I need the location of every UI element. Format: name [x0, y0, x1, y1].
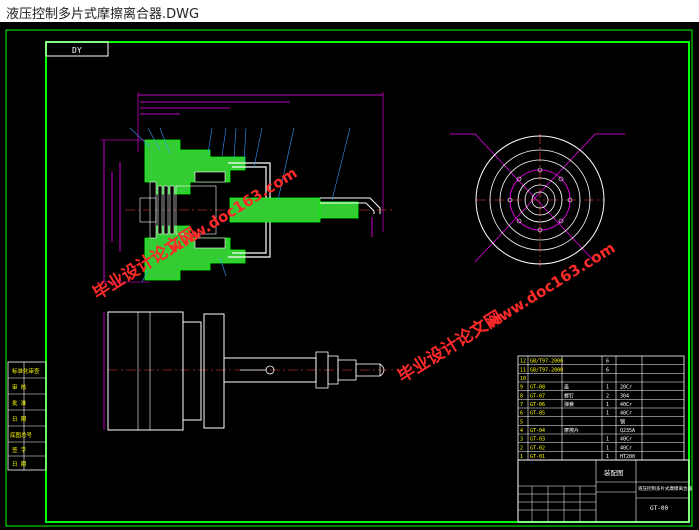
drawing-type: 装配图	[604, 468, 624, 477]
left-block-item: 批 准	[12, 399, 27, 407]
bom-cell-material: 40Cr	[620, 411, 632, 417]
bom-cell-no: 11	[520, 367, 526, 373]
bom-cell-no: 10	[520, 376, 526, 382]
left-block-item: 日 期	[12, 461, 27, 468]
bom-cell-name: 摩擦片	[564, 427, 579, 434]
left-block-item: 签 字	[12, 446, 27, 454]
bom-cell-no: 2	[520, 445, 523, 451]
bom-cell-qty: 6	[606, 367, 609, 373]
window-title: 液压控制多片式摩擦离合器.DWG	[6, 7, 200, 22]
bom-cell-qty: 1	[606, 402, 609, 408]
bom-cell-code: GB/T97-2000	[530, 359, 563, 365]
bom-cell-code: GT-04	[530, 428, 545, 434]
left-block: 标准化审查 审 核 批 准 日 期 底图总号 签 字 日 期	[7, 361, 47, 471]
bom-cell-no: 9	[520, 385, 523, 391]
bom-cell-qty: 1	[606, 437, 609, 443]
bom-cell-material: Q235A	[620, 428, 635, 434]
left-block-item: 底图总号	[10, 431, 33, 439]
bom-cell-qty: 1	[606, 445, 609, 451]
bom-cell-material: 304	[620, 393, 629, 399]
drawing-canvas: DY 标准化审查 审 核 批 准 日 期 底图总号 签 字 日 期 12 GB/…	[5, 29, 693, 527]
drawing-no: GT-00	[650, 505, 668, 512]
bom-cell-no: 12	[520, 359, 526, 365]
bom-cell-no: 1	[520, 454, 523, 460]
bom-table: 12 GB/T97-2000 611 GB/T97-2000 6109 GT-08 盖 1 20…	[517, 355, 685, 461]
elevation-view	[103, 311, 395, 431]
bom-cell-name: 螺钉	[564, 392, 574, 399]
bom-cell-name: 弹簧	[564, 401, 574, 408]
left-block-item: 日 期	[12, 416, 27, 423]
bom-cell-qty: 6	[606, 359, 609, 365]
bom-cell-code: GB/T97-2000	[530, 367, 563, 373]
bom-cell-material: HT200	[620, 454, 635, 460]
bom-cell-code: GT-01	[530, 454, 545, 460]
bom-cell-material: 40Cr	[620, 445, 632, 451]
bom-cell-code: GT-08	[530, 385, 545, 391]
part-name: 液压控制多片式摩擦离合器	[638, 485, 692, 492]
bom-cell-qty: 1	[606, 454, 609, 460]
bom-cell-no: 6	[520, 411, 523, 417]
bom-cell-no: 3	[520, 437, 523, 443]
bom-cell-material: 20Cr	[620, 385, 632, 391]
bom-cell-no: 4	[520, 428, 523, 434]
bom-cell-code: GT-05	[530, 411, 545, 417]
bom-cell-code: GT-02	[530, 445, 545, 451]
cad-viewport[interactable]: DY 标准化审查 审 核 批 准 日 期 底图总号 签 字 日 期 12 GB/…	[0, 22, 699, 530]
bom-cell-material: 40Cr	[620, 402, 632, 408]
bom-cell-name: 盖	[564, 384, 569, 391]
bom-cell-qty: 1	[606, 385, 609, 391]
bom-cell-qty: 2	[606, 393, 609, 399]
title-block: 装配图 液压控制多片式摩擦离合器 GT-00	[517, 459, 692, 523]
bom-cell-code: GT-06	[530, 402, 545, 408]
bom-cell-material: 40Cr	[620, 437, 632, 443]
bom-cell-no: 8	[520, 393, 523, 399]
bom-cell-code: GT-03	[530, 437, 545, 443]
left-block-item: 标准化审查	[12, 367, 40, 375]
bom-cell-qty: 1	[606, 411, 609, 417]
bom-cell-code: GT-07	[530, 393, 545, 399]
left-block-item: 审 核	[12, 383, 27, 391]
window-titlebar: 液压控制多片式摩擦离合器.DWG	[0, 0, 699, 23]
bom-cell-material: 钢	[620, 418, 625, 425]
corner-label: DY	[72, 46, 82, 55]
bom-cell-no: 7	[520, 402, 523, 408]
bom-cell-no: 5	[520, 419, 523, 425]
